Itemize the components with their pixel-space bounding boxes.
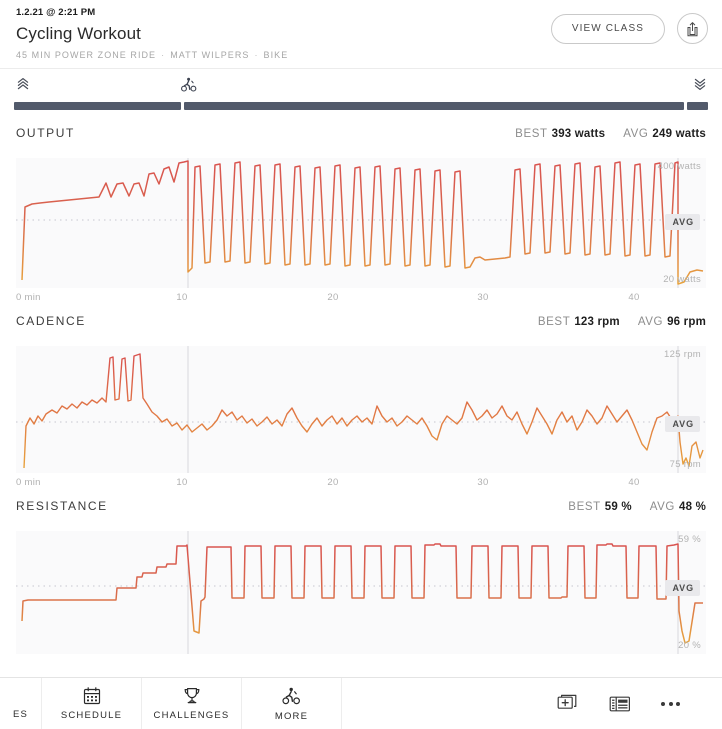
nav-item-more-label: MORE	[274, 710, 309, 722]
share-icon	[687, 21, 698, 36]
subtitle-discipline: BIKE	[263, 50, 289, 60]
output-x-tick-20: 20	[327, 292, 339, 303]
class-progress-scrubber[interactable]	[0, 68, 722, 126]
news-button[interactable]	[609, 695, 631, 713]
cadence-x-tick-20: 20	[327, 477, 339, 488]
resistance-stats: BEST 59 % AVG 48 %	[568, 501, 706, 513]
resistance-best-stat: BEST 59 %	[568, 501, 631, 513]
resistance-chart[interactable]: 59 % 20 % AVG	[16, 531, 706, 654]
metric-section-cadence: CADENCE BEST 123 rpm AVG 96 rpm 125 rpm …	[0, 314, 722, 499]
metric-section-resistance: RESISTANCE BEST 59 % AVG 48 % 59 % 20 % …	[0, 499, 722, 654]
cadence-best-label: BEST	[537, 316, 571, 328]
nav-item-clipped[interactable]: ES	[0, 678, 42, 729]
workout-header: 1.2.21 @ 2:21 PM Cycling Workout 45 MIN …	[0, 0, 722, 68]
output-x-tick-40: 40	[628, 292, 640, 303]
resistance-metric-label: RESISTANCE	[16, 499, 108, 513]
output-metric-label: OUTPUT	[16, 126, 75, 140]
resistance-avg-value: 48 %	[678, 501, 706, 513]
resistance-best-value: 59 %	[604, 501, 632, 513]
subtitle-instructor: MATT WILPERS	[170, 50, 250, 60]
output-best-label: BEST	[515, 128, 548, 140]
resistance-best-label: BEST	[568, 501, 601, 513]
nav-item-clipped-label: ES	[12, 709, 29, 720]
chevrons-down-icon[interactable]	[692, 76, 708, 97]
nav-item-schedule[interactable]: SCHEDULE	[42, 678, 142, 729]
output-x-axis: 0 min 10 20 30 40	[16, 288, 706, 314]
chevrons-up-icon[interactable]	[15, 76, 31, 97]
cadence-x-tick-40: 40	[628, 477, 640, 488]
cyclist-icon	[282, 687, 301, 704]
output-avg-stat: AVG 249 watts	[623, 128, 706, 140]
scrubber-segment-1[interactable]	[14, 102, 181, 110]
nav-item-more[interactable]: MORE	[242, 678, 342, 729]
nav-item-challenges-label: CHALLENGES	[153, 710, 230, 721]
metric-section-output: OUTPUT BEST 393 watts AVG 249 watts 400 …	[0, 126, 722, 314]
output-avg-value: 249 watts	[652, 128, 706, 140]
output-stats: BEST 393 watts AVG 249 watts	[515, 128, 706, 140]
workout-subtitle: 45 MIN POWER ZONE RIDE · MATT WILPERS · BIKE	[16, 49, 708, 61]
output-best-value: 393 watts	[551, 128, 606, 140]
calendar-icon	[83, 687, 100, 705]
overflow-menu-button[interactable]	[661, 701, 680, 706]
cadence-x-axis: 0 min 10 20 30 40	[16, 473, 706, 499]
cadence-avg-label: AVG	[637, 316, 664, 328]
cadence-x-tick-0: 0 min	[16, 477, 41, 488]
cadence-metric-label: CADENCE	[16, 314, 86, 328]
cadence-best-value: 123 rpm	[574, 316, 620, 328]
subtitle-class-type: 45 MIN POWER ZONE RIDE	[16, 50, 157, 60]
overflow-menu-icon	[661, 701, 680, 706]
cadence-x-tick-30: 30	[477, 477, 489, 488]
cadence-best-stat: BEST 123 rpm	[538, 316, 620, 328]
scrubber-track[interactable]	[14, 102, 708, 110]
view-class-button[interactable]: VIEW CLASS	[550, 13, 665, 44]
scrubber-icons	[0, 69, 722, 99]
output-x-tick-30: 30	[477, 292, 489, 303]
resistance-chart-svg	[16, 531, 706, 654]
header-actions: VIEW CLASS	[550, 13, 708, 44]
subtitle-separator-1: ·	[161, 50, 166, 60]
output-avg-label: AVG	[623, 128, 649, 140]
output-x-tick-10: 10	[176, 292, 188, 303]
bottom-nav-items: ES SCHEDULE CHALLENGES MORE	[0, 678, 342, 729]
resistance-section-header: RESISTANCE BEST 59 % AVG 48 %	[0, 499, 722, 531]
output-chart-svg	[16, 158, 706, 288]
resistance-avg-stat: AVG 48 %	[650, 501, 706, 513]
cadence-avg-stat: AVG 96 rpm	[638, 316, 706, 328]
nav-item-challenges[interactable]: CHALLENGES	[142, 678, 242, 729]
add-to-stack-icon	[557, 694, 577, 709]
cyclist-position-icon	[180, 76, 198, 99]
news-icon	[609, 696, 631, 711]
cadence-section-header: CADENCE BEST 123 rpm AVG 96 rpm	[0, 314, 722, 346]
resistance-avg-label: AVG	[649, 501, 675, 513]
bottom-nav-right-actions	[557, 678, 722, 729]
scrubber-segment-2[interactable]	[184, 102, 684, 110]
trophy-icon	[184, 688, 199, 704]
share-button[interactable]	[677, 13, 708, 44]
cadence-x-tick-10: 10	[176, 477, 188, 488]
output-x-tick-0: 0 min	[16, 292, 41, 303]
output-section-header: OUTPUT BEST 393 watts AVG 249 watts	[0, 126, 722, 158]
output-best-stat: BEST 393 watts	[515, 128, 605, 140]
workout-detail-screen: 1.2.21 @ 2:21 PM Cycling Workout 45 MIN …	[0, 0, 722, 729]
cadence-avg-value: 96 rpm	[667, 316, 706, 328]
bottom-navigation-bar: ES SCHEDULE CHALLENGES MORE	[0, 677, 722, 729]
cadence-chart[interactable]: 125 rpm 75 rpm AVG	[16, 346, 706, 473]
add-to-stack-button[interactable]	[557, 694, 579, 714]
scrubber-segment-3[interactable]	[687, 102, 708, 110]
cadence-stats: BEST 123 rpm AVG 96 rpm	[538, 316, 706, 328]
output-chart[interactable]: 400 watts 20 watts AVG	[16, 158, 706, 288]
cadence-chart-svg	[16, 346, 706, 473]
subtitle-separator-2: ·	[254, 50, 259, 60]
nav-item-schedule-label: SCHEDULE	[60, 710, 123, 721]
